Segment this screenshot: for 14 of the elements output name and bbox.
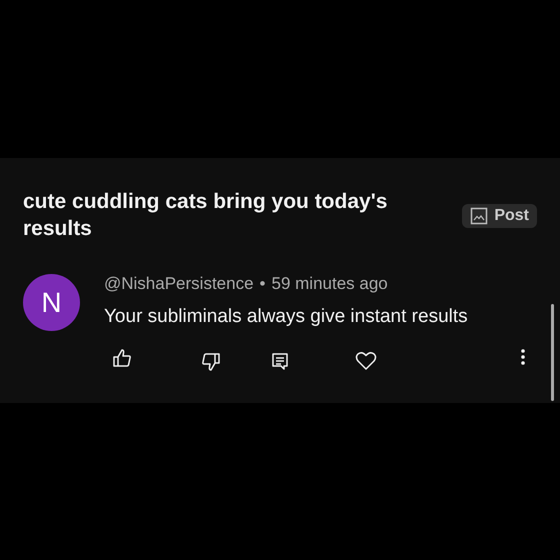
heart-icon[interactable] [355,351,377,371]
post-title: cute cuddling cats bring you today's results [23,189,388,242]
separator-dot: • [260,274,266,294]
more-icon[interactable] [520,348,526,366]
thumbs-down-icon[interactable] [201,352,221,372]
thumbs-up-icon[interactable] [112,348,132,368]
comment-text: Your subliminals always give instant results [104,306,468,328]
avatar[interactable]: N [23,274,80,331]
image-icon [470,207,488,225]
comment-icon[interactable] [270,351,290,371]
comment-author[interactable]: @NishaPersistence [104,274,254,294]
scrollbar[interactable] [551,304,554,401]
comment-time: 59 minutes ago [272,274,388,294]
post-label: Post [494,207,529,225]
